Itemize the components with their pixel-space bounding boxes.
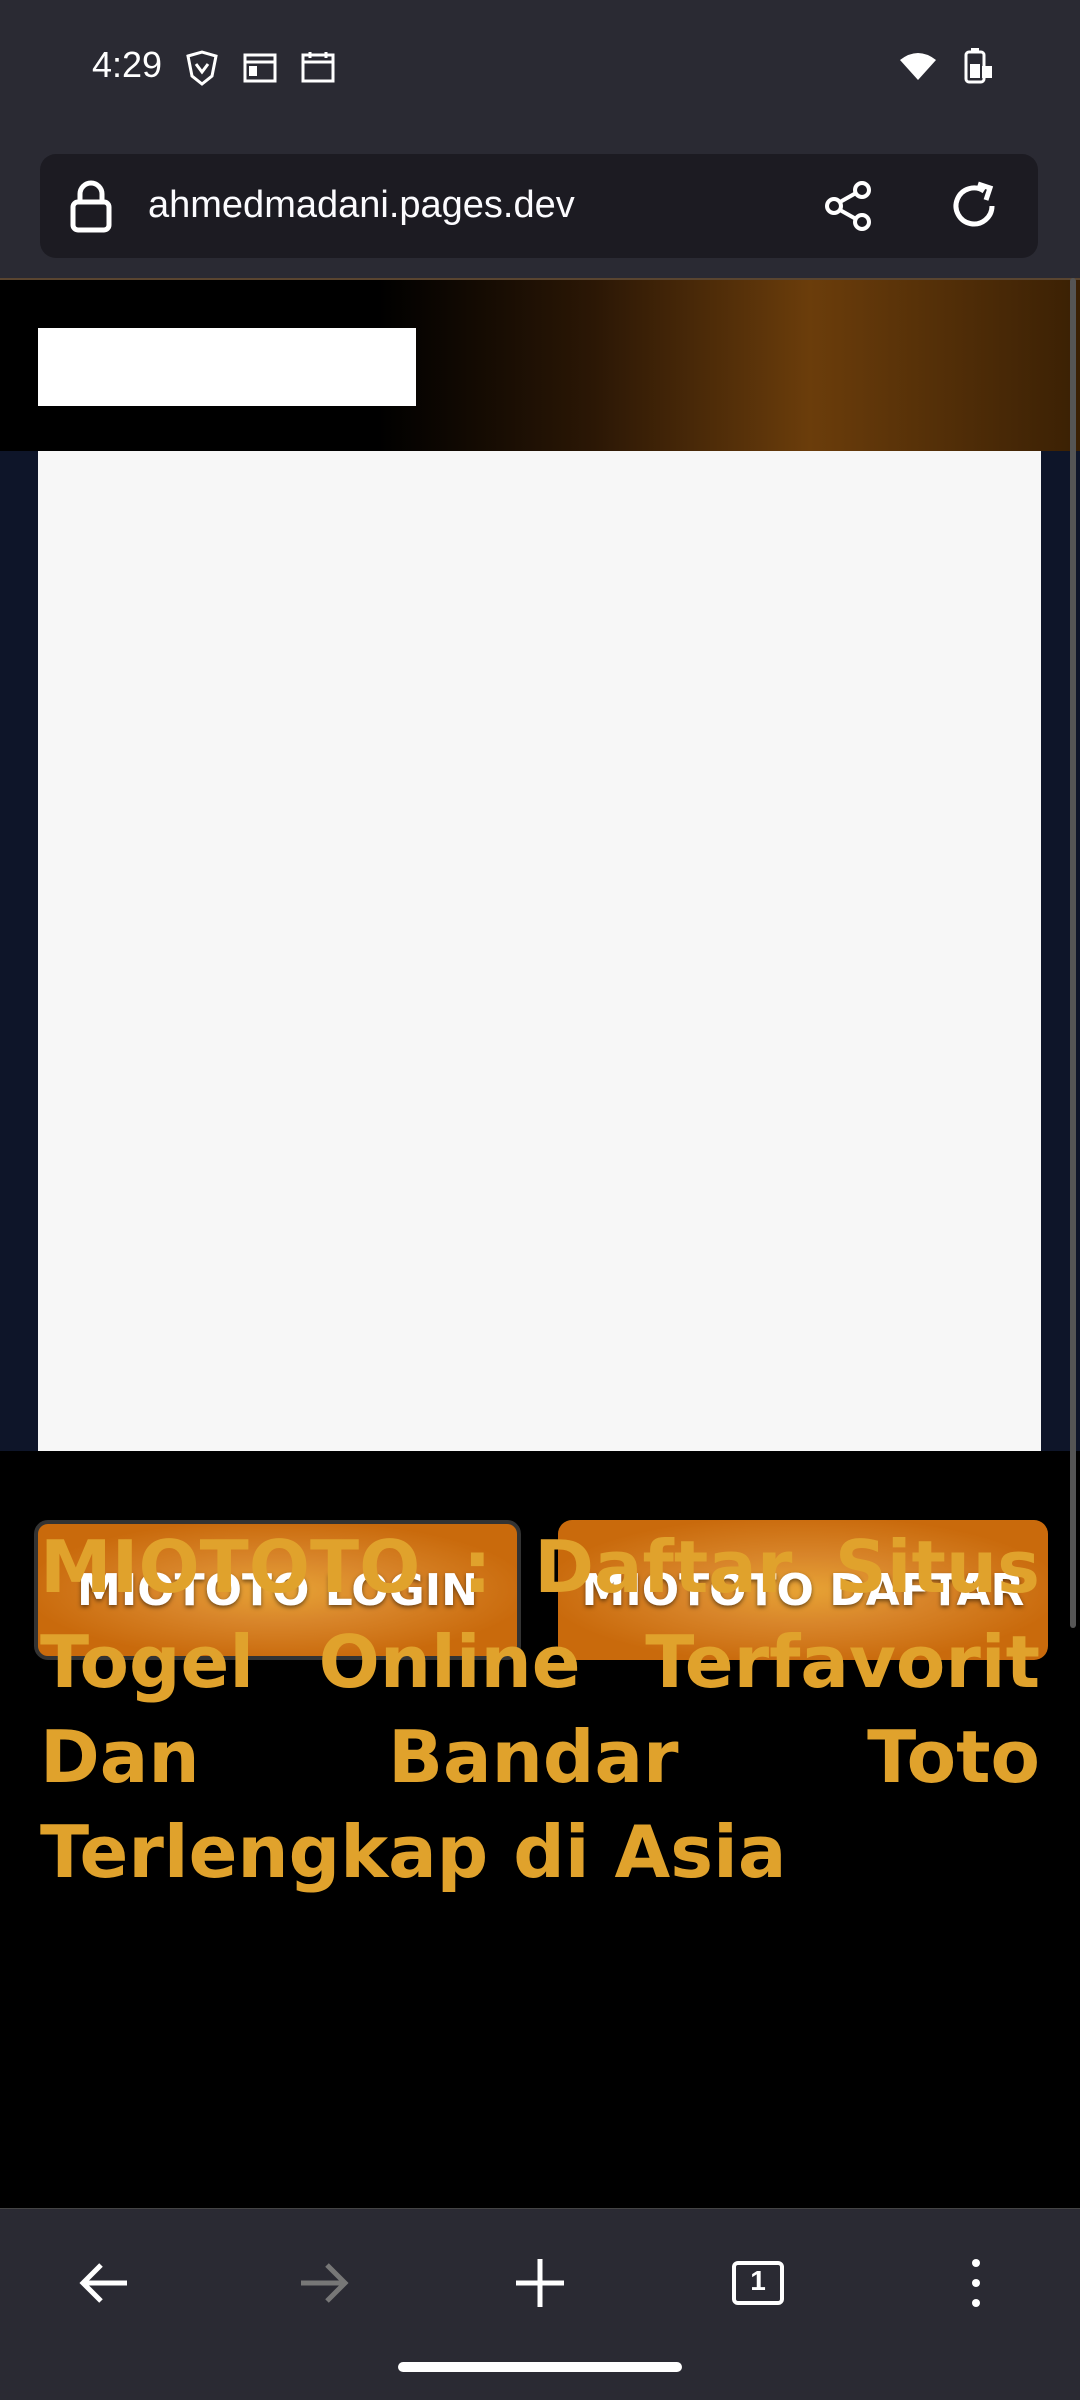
lock-icon[interactable] [68, 178, 114, 234]
share-icon[interactable] [820, 178, 876, 234]
reload-icon[interactable] [944, 176, 1004, 236]
banner-image [38, 451, 1041, 1451]
site-header [0, 278, 1080, 451]
scrollbar[interactable] [1070, 278, 1076, 1628]
notification-icons [182, 48, 338, 88]
browser-toolbar: ahmedmadani.pages.dev [0, 140, 1080, 278]
wifi-icon [900, 53, 936, 80]
home-indicator[interactable] [398, 2362, 682, 2372]
tab-count: 1 [750, 2265, 766, 2296]
calendar-icon [243, 53, 277, 83]
menu-icon[interactable] [946, 2253, 1006, 2313]
status-time: 4:29 [92, 44, 163, 85]
new-tab-icon[interactable] [510, 2253, 570, 2313]
status-bar: 4:29 [0, 0, 1080, 140]
site-logo[interactable] [38, 328, 416, 406]
tabs-button[interactable]: 1 [728, 2253, 788, 2313]
calendar-icon [301, 52, 335, 83]
system-icons [898, 46, 996, 86]
battery-icon [964, 48, 992, 84]
web-content[interactable]: MIOTOTO LOGIN MIOTOTO DAFTAR [0, 278, 1080, 2208]
url-text[interactable]: ahmedmadani.pages.dev [148, 184, 575, 227]
brave-icon [186, 50, 218, 86]
address-bar[interactable]: ahmedmadani.pages.dev [40, 154, 1038, 258]
page-headline: MIOTOTO : Daftar Situs Togel Online Terf… [40, 1525, 1040, 1894]
forward-icon[interactable] [293, 2253, 353, 2313]
back-icon[interactable] [75, 2253, 135, 2313]
